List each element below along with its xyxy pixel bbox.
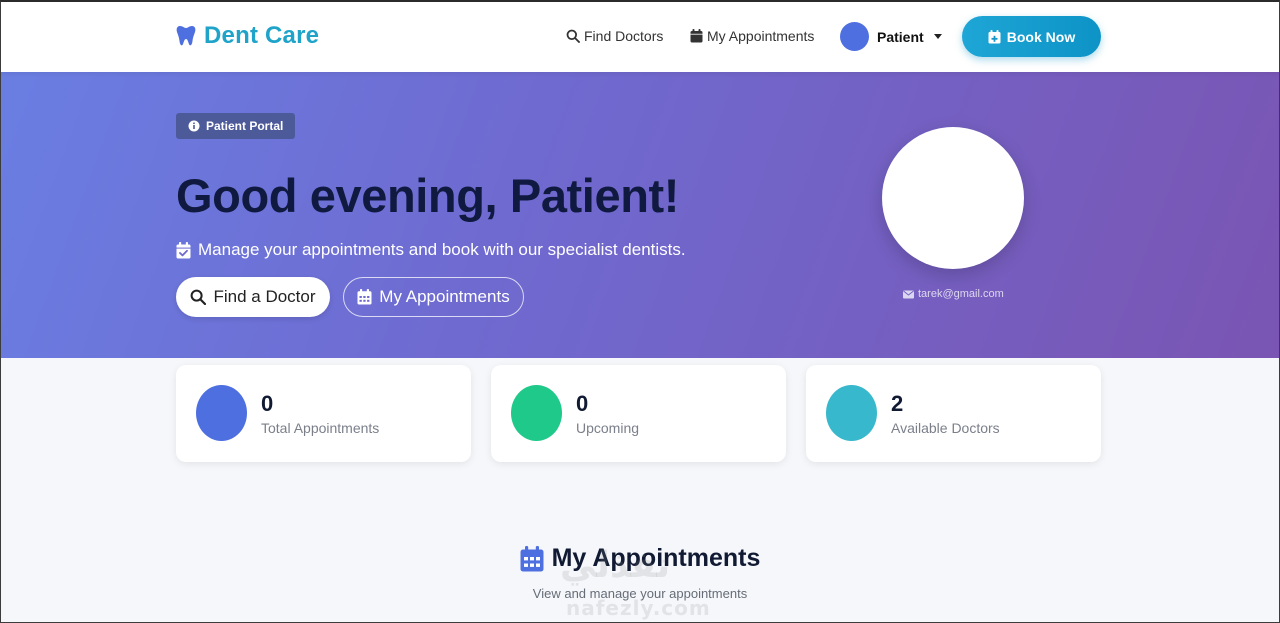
stat-label: Total Appointments <box>261 420 380 436</box>
stat-icon-circle <box>196 385 247 441</box>
stat-value: 0 <box>261 391 274 416</box>
watermark-domain: nafezly.com <box>566 596 711 620</box>
profile-avatar <box>882 127 1024 269</box>
envelope-icon <box>903 290 914 299</box>
stat-value: 0 <box>576 391 589 416</box>
patient-portal-badge: Patient Portal <box>176 113 296 139</box>
calendar-plus-icon <box>988 29 1001 44</box>
patient-portal-label: Patient Portal <box>206 119 284 133</box>
stat-label: Upcoming <box>576 420 640 436</box>
greeting-heading: Good evening, Patient! <box>176 169 680 222</box>
hero-banner: Patient Portal Good evening, Patient! Ma… <box>0 72 1280 358</box>
calendar-icon <box>690 29 703 43</box>
tooth-icon <box>176 25 196 47</box>
book-now-label: Book Now <box>1006 28 1076 45</box>
hero-subtitle: Manage your appointments and book with o… <box>176 240 686 260</box>
nav-find-doctors[interactable]: Find Doctors <box>566 28 663 44</box>
nav-my-appointments-label: My Appointments <box>707 28 815 44</box>
search-icon <box>190 289 207 305</box>
find-doctor-button[interactable]: Find a Doctor <box>176 277 330 317</box>
brand-name: Dent Care <box>204 22 320 49</box>
nav-find-doctors-label: Find Doctors <box>584 28 664 44</box>
top-navbar: Dent Care Find Doctors My Appointments P… <box>0 0 1280 72</box>
user-email: tarek@gmail.com <box>903 288 1004 300</box>
search-icon <box>566 29 580 43</box>
brand-logo[interactable]: Dent Care <box>176 22 319 50</box>
user-menu-toggle[interactable]: Patient <box>840 22 942 51</box>
calendar-icon <box>357 289 372 305</box>
find-doctor-label: Find a Doctor <box>213 287 316 306</box>
hero-subtitle-text: Manage your appointments and book with o… <box>198 240 686 259</box>
user-name: Patient <box>877 28 924 45</box>
info-icon <box>188 120 200 132</box>
my-appointments-label: My Appointments <box>379 287 510 306</box>
stat-icon-circle <box>826 385 877 441</box>
stat-label: Available Doctors <box>891 420 1000 436</box>
user-email-text: tarek@gmail.com <box>918 288 1004 300</box>
stat-card-available-doctors: 2 Available Doctors <box>806 365 1101 462</box>
watermark-logo: نفذلي <box>560 545 671 586</box>
my-appointments-button[interactable]: My Appointments <box>343 277 524 317</box>
book-now-button[interactable]: Book Now <box>962 16 1101 57</box>
caret-down-icon <box>933 34 942 39</box>
stat-card-upcoming: 0 Upcoming <box>491 365 786 462</box>
nav-my-appointments[interactable]: My Appointments <box>690 28 814 44</box>
stat-icon-circle <box>511 385 562 441</box>
calendar-icon <box>520 545 544 572</box>
calendar-check-icon <box>176 241 191 259</box>
stat-value: 2 <box>891 391 904 416</box>
avatar <box>840 22 869 51</box>
stat-card-total-appointments: 0 Total Appointments <box>176 365 471 462</box>
